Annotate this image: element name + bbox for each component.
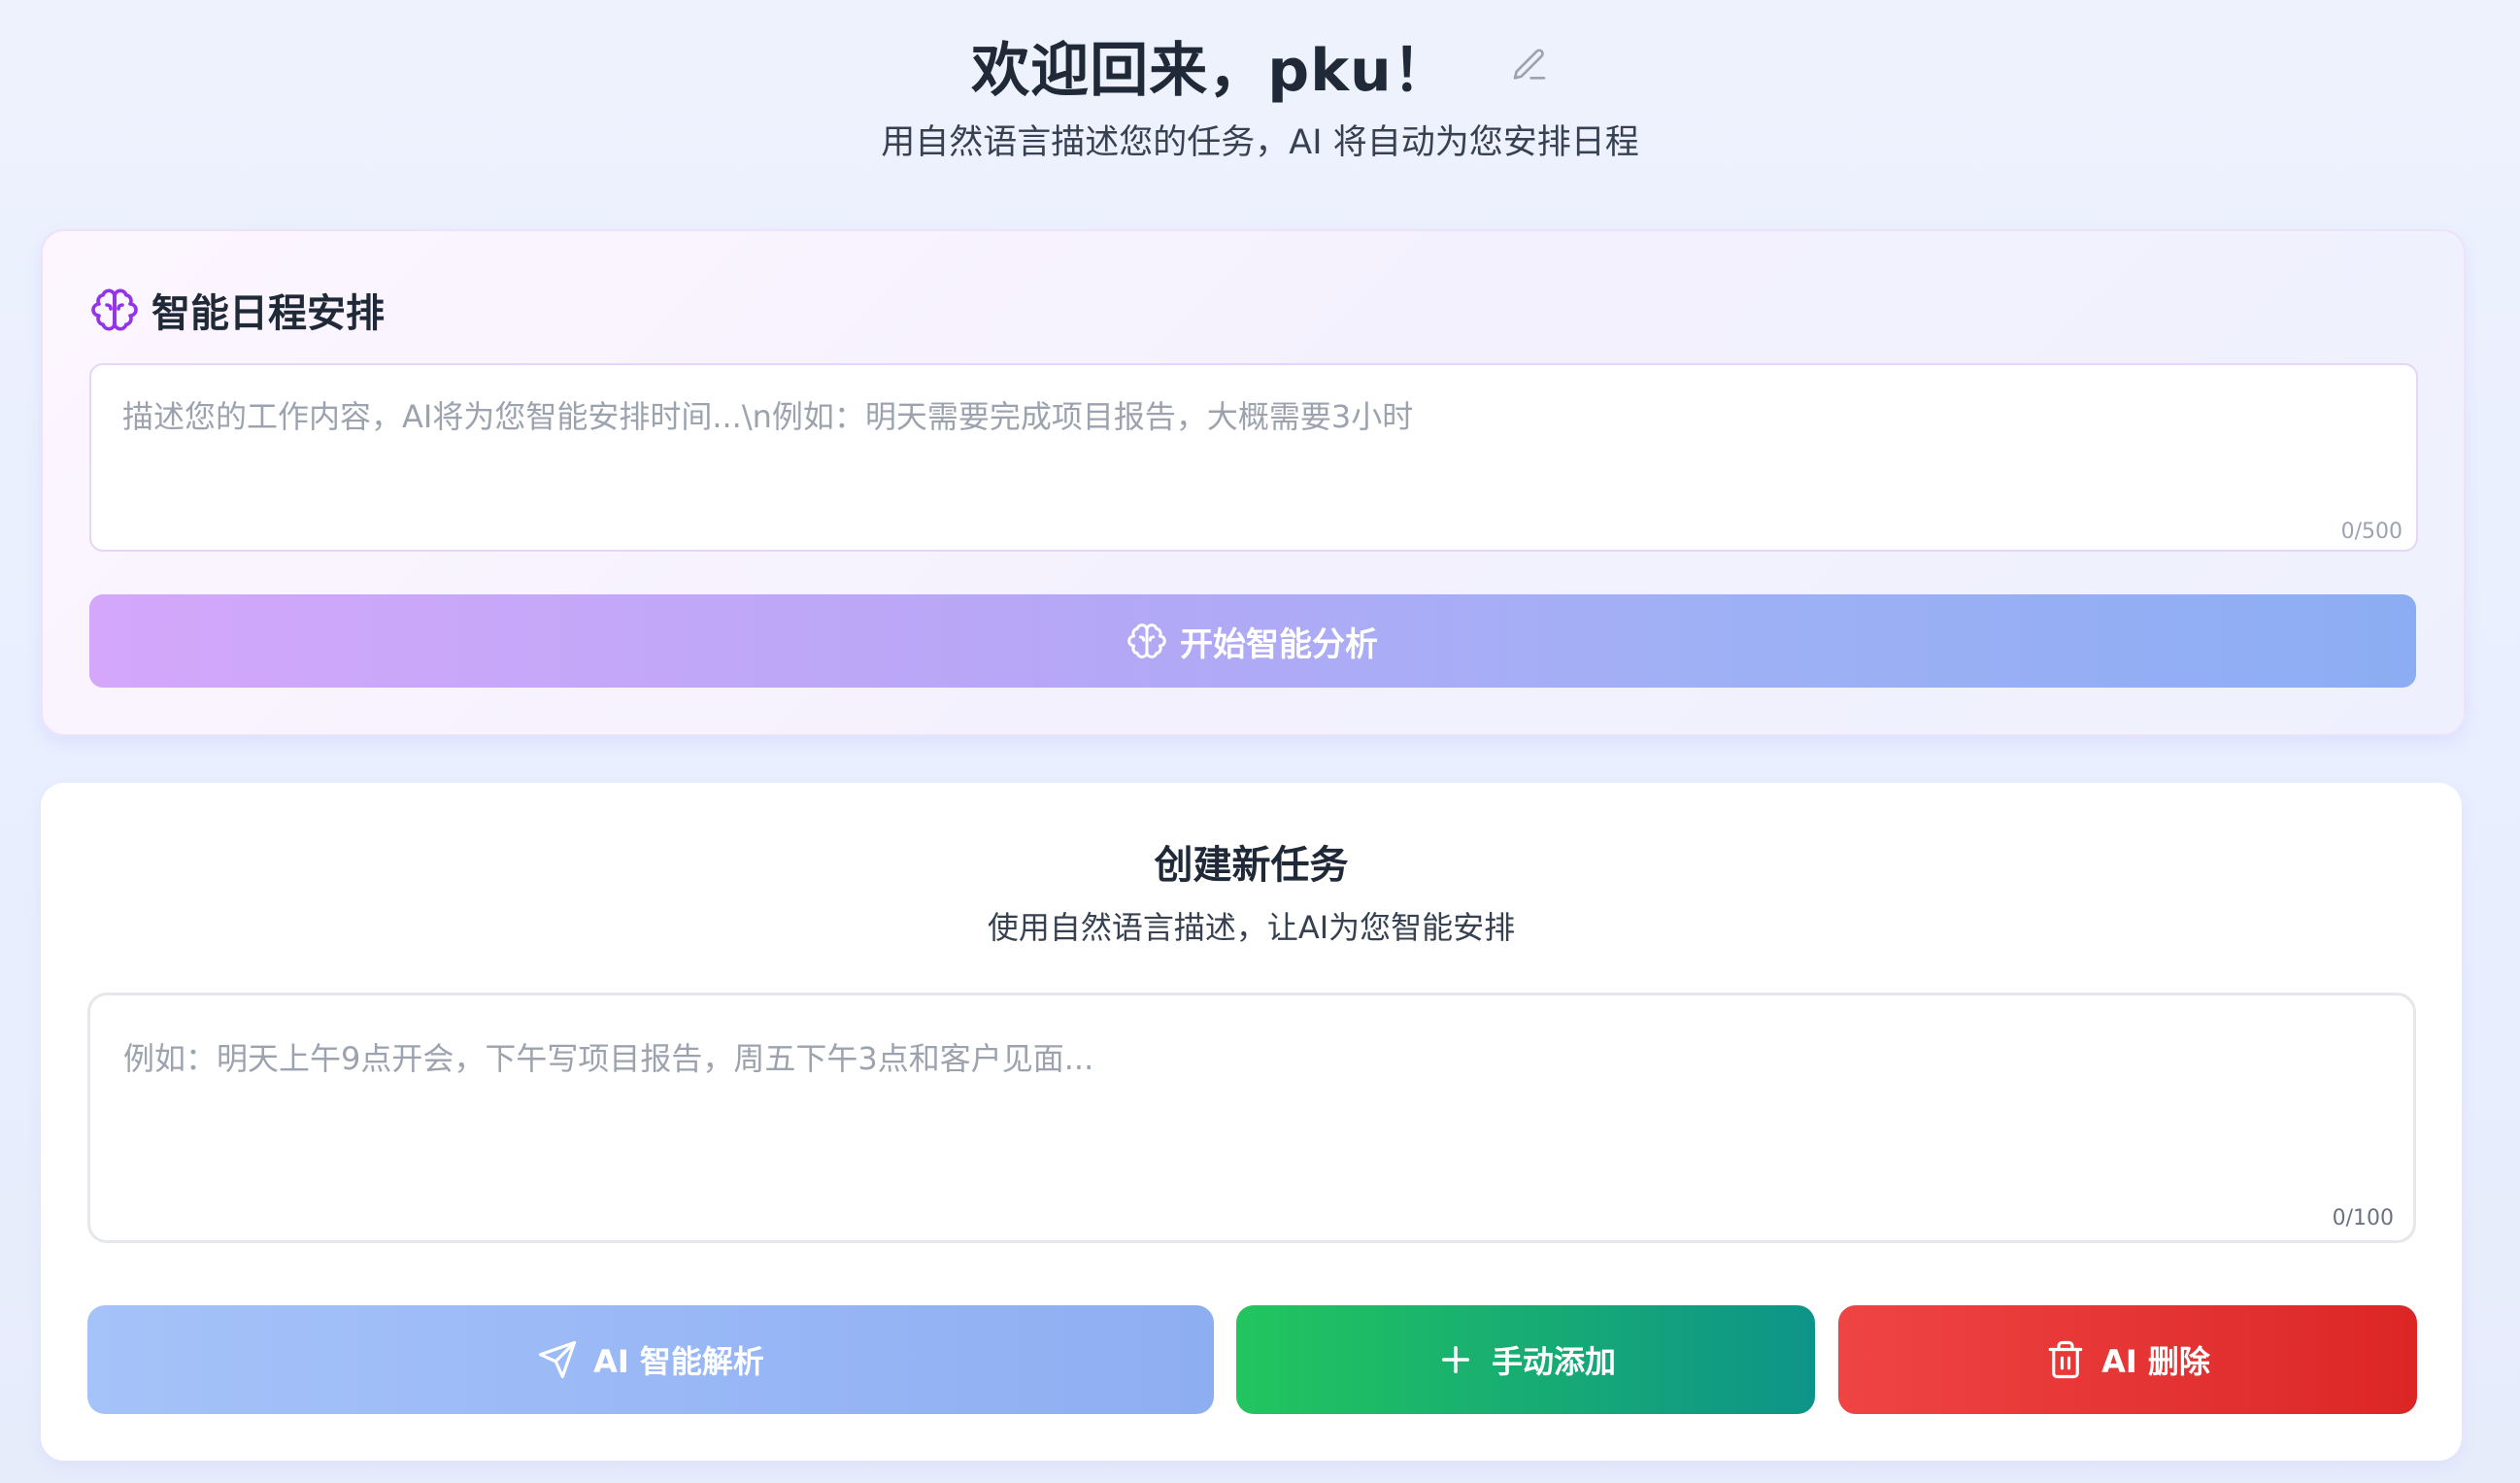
work-description-placeholder: 描述您的工作内容，AI将为您智能安排时间...\n例如：明天需要完成项目报告，大… (122, 398, 1414, 435)
page-subtitle: 用自然语言描述您的任务，AI 将自动为您安排日程 (881, 123, 1639, 162)
ai-parse-button[interactable]: AI 智能解析 (87, 1305, 1214, 1414)
smart-schedule-header: 智能日程安排 (91, 282, 385, 338)
brain-icon (1127, 624, 1166, 658)
smart-schedule-card: 智能日程安排 描述您的工作内容，AI将为您智能安排时间...\n例如：明天需要完… (41, 229, 2466, 736)
work-description-input[interactable]: 描述您的工作内容，AI将为您智能安排时间...\n例如：明天需要完成项目报告，大… (89, 363, 2418, 552)
title-row: 欢迎回来，pku！ (0, 21, 2520, 109)
ai-delete-button[interactable]: AI 删除 (1838, 1305, 2417, 1414)
create-task-card: 创建新任务 使用自然语言描述，让AI为您智能安排 例如：明天上午9点开会，下午写… (41, 783, 2462, 1461)
create-task-subtitle: 使用自然语言描述，让AI为您智能安排 (987, 909, 1516, 946)
start-analysis-label: 开始智能分析 (1180, 624, 1378, 664)
smart-schedule-title: 智能日程安排 (151, 291, 385, 336)
plus-icon (1441, 1346, 1469, 1373)
task-description-placeholder: 例如：明天上午9点开会，下午写项目报告，周五下午3点和客户见面... (123, 1040, 1094, 1077)
start-analysis-button[interactable]: 开始智能分析 (89, 594, 2416, 688)
ai-parse-label: AI 智能解析 (593, 1343, 764, 1380)
brain-icon (91, 288, 138, 331)
task-description-input[interactable]: 例如：明天上午9点开会，下午写项目报告，周五下午3点和客户见面... 0/100 (87, 993, 2416, 1243)
ai-delete-label: AI 删除 (2101, 1343, 2210, 1380)
send-icon (539, 1340, 577, 1379)
manual-add-label: 手动添加 (1491, 1343, 1616, 1380)
page-title: 欢迎回来，pku！ (971, 36, 1452, 105)
manual-add-button[interactable]: 手动添加 (1236, 1305, 1815, 1414)
trash-icon (2048, 1340, 2083, 1379)
pencil-icon[interactable] (1510, 46, 1549, 84)
task-description-counter: 0/100 (2332, 1206, 2394, 1230)
create-task-title: 创建新任务 (1154, 843, 1349, 888)
work-description-counter: 0/500 (2340, 520, 2402, 544)
